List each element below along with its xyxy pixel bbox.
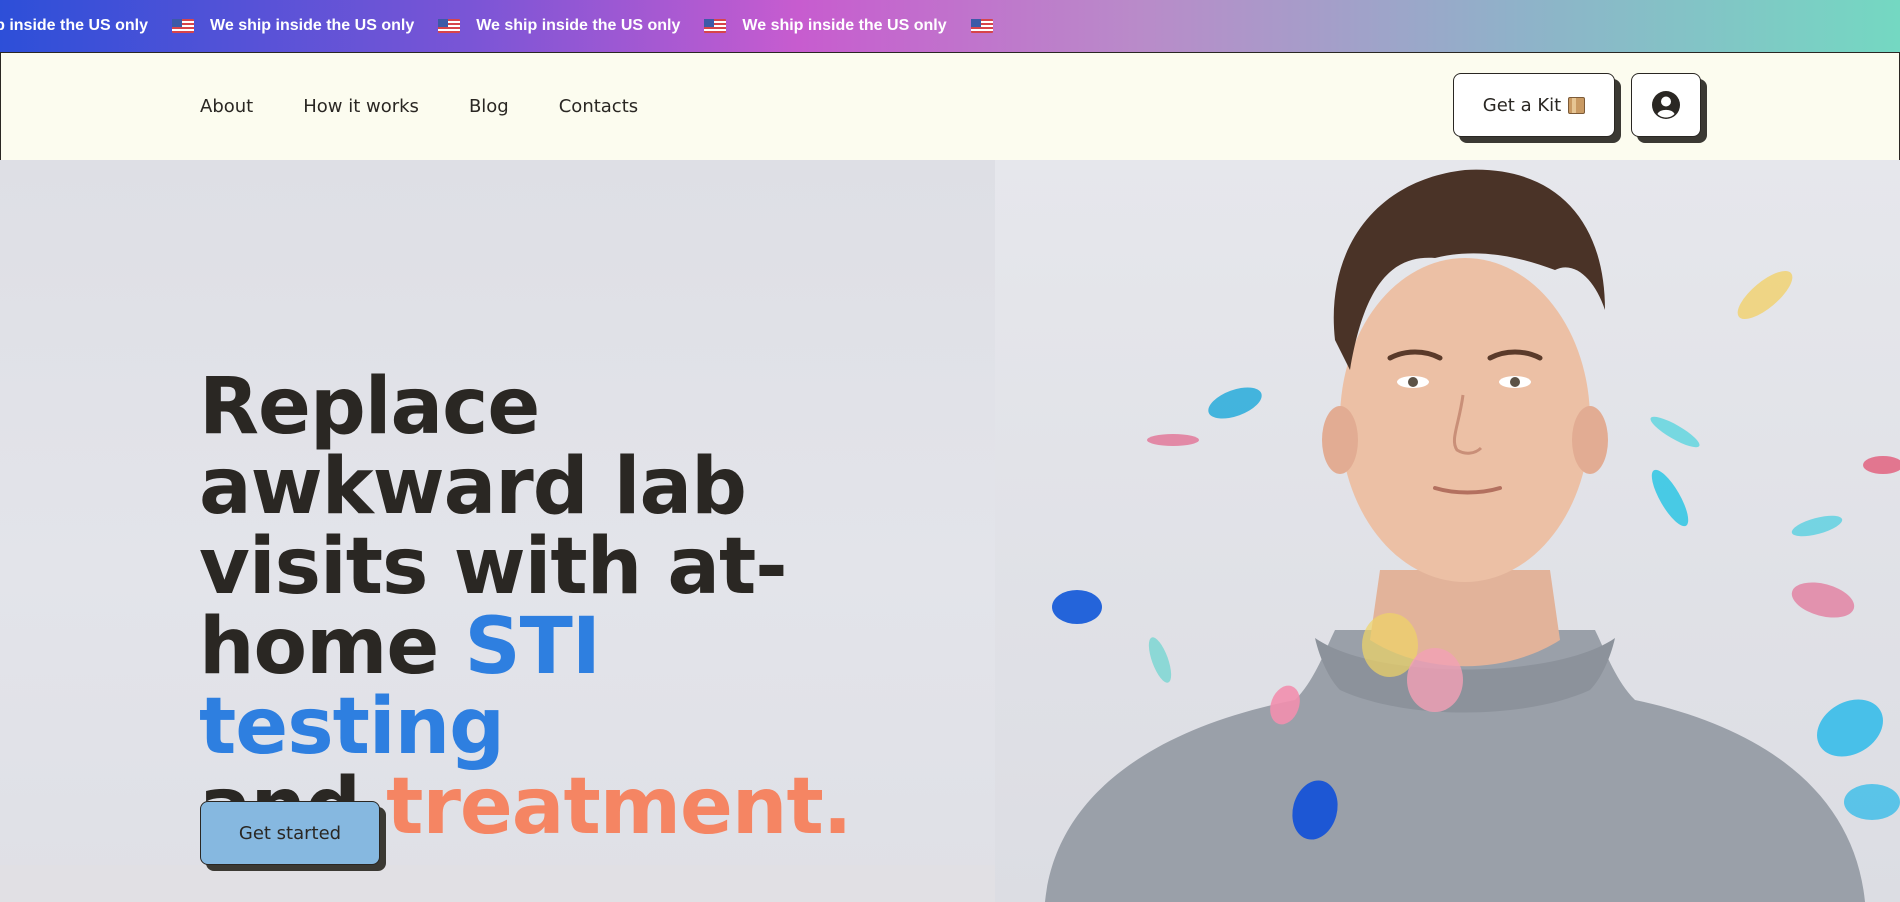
banner-text: ship inside the US only	[0, 17, 149, 34]
get-a-kit-label: Get a Kit	[1482, 94, 1562, 116]
user-circle-icon	[1652, 91, 1680, 119]
headline-highlight-treatment: treatment.	[386, 762, 852, 852]
hero-photo-illustration	[1045, 169, 1900, 902]
nav-link-contacts[interactable]: Contacts	[559, 96, 638, 117]
nav-link-how-it-works[interactable]: How it works	[303, 96, 419, 117]
banner-text: We ship inside the US only	[476, 17, 681, 34]
headline-line-4: home	[199, 602, 465, 692]
us-flag-icon	[704, 19, 727, 33]
hero-bottom-band	[0, 865, 995, 902]
site-header: About How it works Blog Contacts Get a K…	[0, 52, 1900, 161]
main-nav: About How it works Blog Contacts	[200, 53, 688, 160]
get-a-kit-button[interactable]: Get a Kit	[1453, 73, 1615, 137]
hero-headline: Replace awkward lab visits with at-home ST…	[199, 367, 919, 847]
get-started-button[interactable]: Get started	[200, 801, 380, 865]
us-flag-icon	[438, 19, 461, 33]
box-icon	[1568, 96, 1586, 114]
account-button[interactable]	[1631, 73, 1701, 137]
nav-link-blog[interactable]: Blog	[469, 96, 509, 117]
banner-text: We ship inside the US only	[210, 17, 415, 34]
us-flag-icon	[970, 19, 993, 33]
banner-text: We ship inside the US only	[742, 17, 947, 34]
headline-line-2: awkward lab	[199, 442, 747, 532]
banner-track: ship inside the US only We ship inside t…	[0, 0, 1009, 52]
get-started-label: Get started	[238, 822, 342, 844]
nav-link-about[interactable]: About	[200, 96, 253, 117]
shipping-banner: ship inside the US only We ship inside t…	[0, 0, 1900, 52]
headline-line-3: visits with at-	[199, 522, 788, 612]
hero-photo	[995, 160, 1900, 902]
us-flag-icon	[172, 19, 195, 33]
headline-line-1: Replace	[199, 362, 540, 452]
